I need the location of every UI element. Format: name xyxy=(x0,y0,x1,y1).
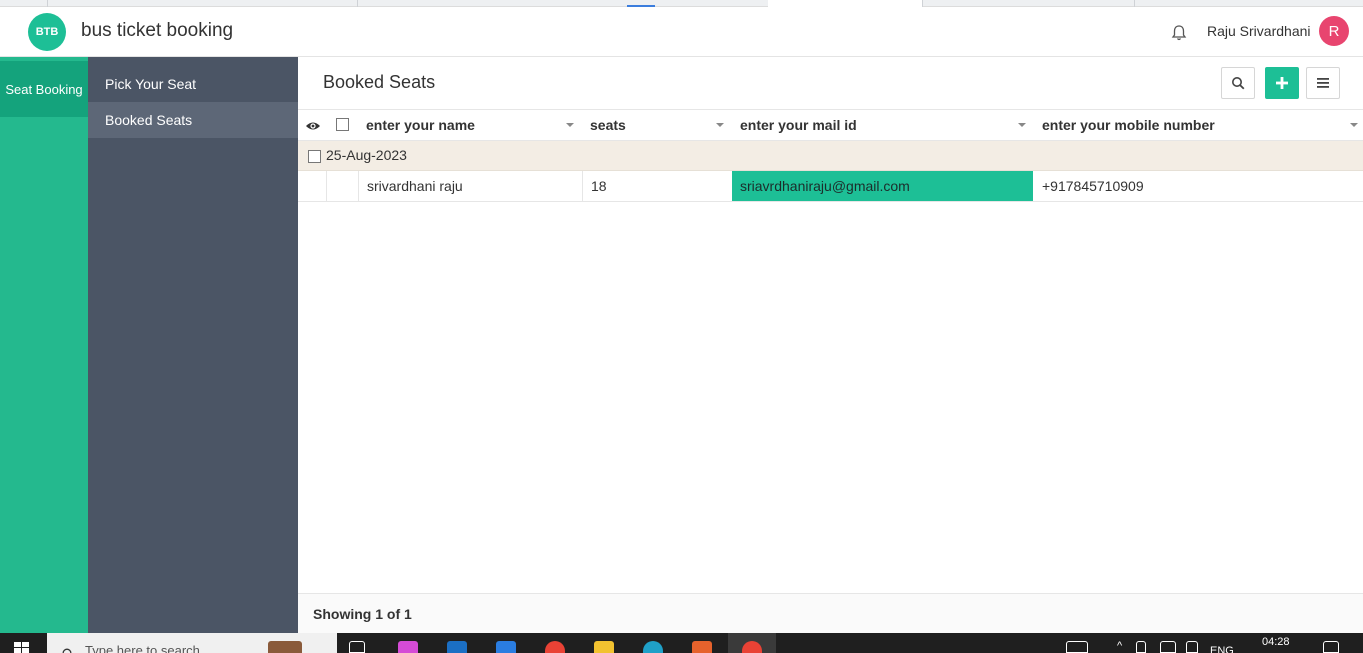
cell-name[interactable]: srivardhani raju xyxy=(358,171,582,201)
tray-icon[interactable] xyxy=(1066,641,1088,653)
taskbar-clock[interactable]: 04:28 xyxy=(1262,636,1290,648)
chevron-up-icon[interactable]: ^ xyxy=(1117,640,1122,652)
taskbar-active-app[interactable] xyxy=(728,633,776,653)
table-row[interactable]: srivardhani raju 18 sriavrdhaniraju@gmai… xyxy=(298,171,1363,202)
rail-item-seat-booking[interactable]: Seat Booking xyxy=(0,57,88,117)
browser-tab-strip xyxy=(0,0,1363,7)
group-row[interactable]: 25-Aug-2023 xyxy=(298,141,1363,171)
notifications-icon[interactable] xyxy=(1323,641,1339,653)
chrome-icon[interactable] xyxy=(545,641,565,653)
bell-icon[interactable] xyxy=(1169,23,1189,43)
chevron-down-icon[interactable] xyxy=(1350,123,1358,127)
app-icon[interactable] xyxy=(692,641,712,653)
browser-tab-active[interactable] xyxy=(768,0,922,7)
app-logo[interactable]: BTB xyxy=(28,13,66,51)
page-title: Booked Seats xyxy=(323,72,436,92)
store-icon[interactable] xyxy=(496,641,516,653)
sub-navigation: Pick Your Seat Booked Seats xyxy=(88,57,298,633)
os-taskbar: Type here to search ^ ENG 04:28 xyxy=(0,633,1363,653)
search-button[interactable] xyxy=(1221,67,1255,99)
file-explorer-icon[interactable] xyxy=(594,641,614,653)
subnav-item-pick-your-seat[interactable]: Pick Your Seat xyxy=(88,66,298,102)
column-header-email[interactable]: enter your mail id xyxy=(740,110,857,140)
search-highlight-icon xyxy=(268,641,302,653)
chevron-down-icon[interactable] xyxy=(716,123,724,127)
mail-icon[interactable] xyxy=(447,641,467,653)
subnav-item-booked-seats[interactable]: Booked Seats xyxy=(88,102,298,138)
column-header-seats[interactable]: seats xyxy=(590,110,626,140)
search-icon xyxy=(1232,77,1245,90)
module-rail: Seat Booking xyxy=(0,57,88,633)
chevron-down-icon[interactable] xyxy=(1018,123,1026,127)
column-header-mobile[interactable]: enter your mobile number xyxy=(1042,110,1215,140)
group-checkbox[interactable] xyxy=(308,150,321,163)
language-indicator[interactable]: ENG xyxy=(1210,645,1234,653)
report-view: Booked Seats enter your name seats enter… xyxy=(298,57,1363,633)
windows-start-icon[interactable] xyxy=(14,641,30,653)
add-record-button[interactable] xyxy=(1265,67,1299,99)
task-view-icon[interactable] xyxy=(349,641,365,653)
chrome-icon xyxy=(742,641,762,653)
edge-icon[interactable] xyxy=(643,641,663,653)
app-title: bus ticket booking xyxy=(81,20,234,41)
cell-email[interactable]: sriavrdhaniraju@gmail.com xyxy=(732,171,1033,201)
search-icon xyxy=(62,644,74,653)
tab-separator xyxy=(357,0,358,7)
tab-separator xyxy=(1134,0,1135,7)
group-date-label: 25-Aug-2023 xyxy=(326,147,407,163)
grid-header: enter your name seats enter your mail id… xyxy=(298,109,1363,141)
more-options-button[interactable] xyxy=(1306,67,1340,99)
user-avatar[interactable]: R xyxy=(1319,16,1349,46)
record-count: Showing 1 of 1 xyxy=(313,606,412,622)
plus-icon xyxy=(1276,77,1288,89)
tab-separator xyxy=(47,0,48,7)
select-all-checkbox[interactable] xyxy=(336,118,349,131)
grid-footer: Showing 1 of 1 xyxy=(298,593,1363,633)
cell-mobile[interactable]: +917845710909 xyxy=(1034,171,1354,201)
row-spacer-cell xyxy=(326,171,358,201)
battery-icon[interactable] xyxy=(1186,641,1198,653)
app-header: BTB bus ticket booking Raju Srivardhani … xyxy=(0,7,1363,57)
app-icon[interactable] xyxy=(398,641,418,653)
volume-icon[interactable] xyxy=(1136,641,1146,653)
tab-separator xyxy=(922,0,923,7)
eye-icon[interactable] xyxy=(305,119,321,137)
column-header-name[interactable]: enter your name xyxy=(366,110,475,140)
cell-seats[interactable]: 18 xyxy=(582,171,732,201)
hamburger-icon xyxy=(1317,78,1329,88)
network-icon[interactable] xyxy=(1160,641,1176,653)
chevron-down-icon[interactable] xyxy=(566,123,574,127)
user-name[interactable]: Raju Srivardhani xyxy=(1207,23,1311,39)
